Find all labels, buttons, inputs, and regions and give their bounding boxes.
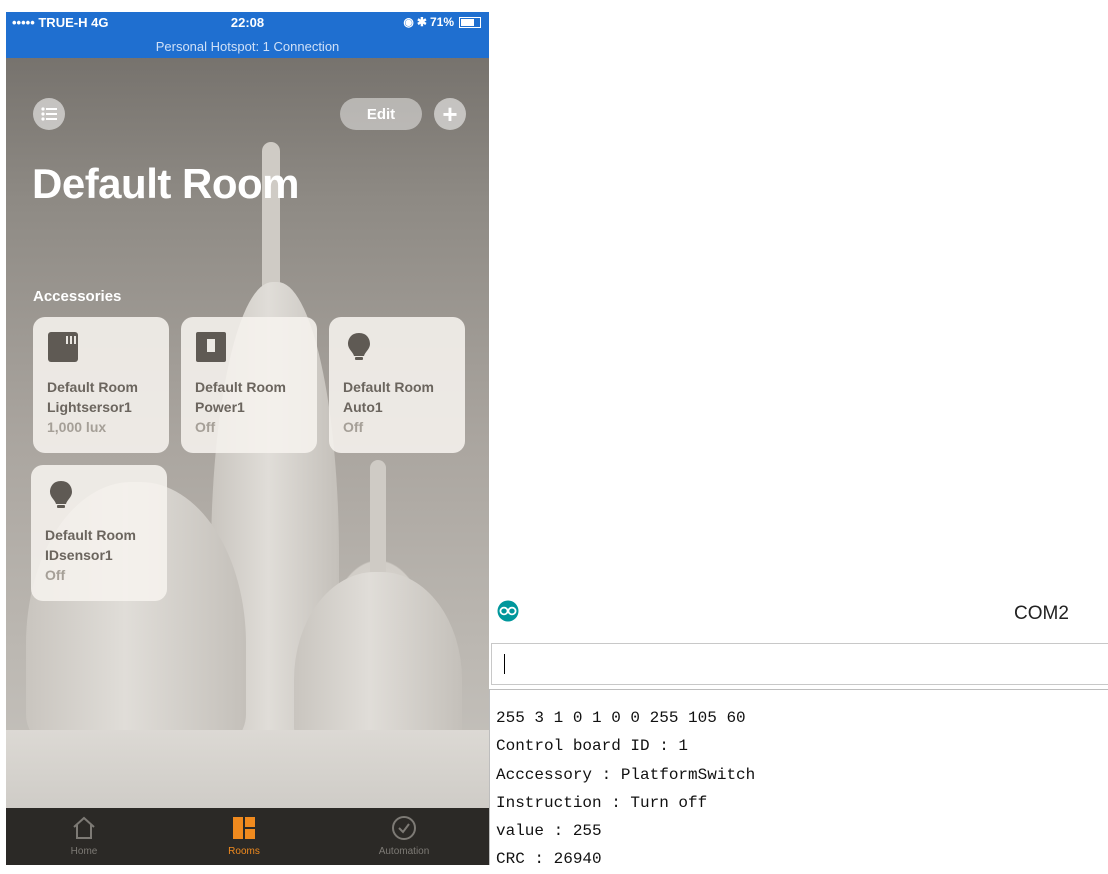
home-app-screen: ••••• TRUE-H 4G 22:08 ◉ ✱ 71% Personal H… xyxy=(6,12,489,865)
accessory-tile-idsensor[interactable]: Default Room IDsensor1 Off xyxy=(31,465,167,601)
accessory-tile-lightsensor[interactable]: Default Room Lightsersor1 1,000 lux xyxy=(33,317,169,453)
tab-home[interactable]: Home xyxy=(24,814,144,857)
tile-state: Off xyxy=(45,567,66,583)
serial-output-panel[interactable]: 255 3 1 0 1 0 0 255 105 60 Control board… xyxy=(489,689,1108,868)
status-bar: ••••• TRUE-H 4G 22:08 ◉ ✱ 71% Personal H… xyxy=(6,12,489,58)
battery-percent: 71% xyxy=(429,15,454,29)
tile-name-line2: Power1 xyxy=(195,399,245,415)
tile-name-line1: Default Room xyxy=(47,379,138,395)
light-sensor-icon xyxy=(48,332,78,362)
tab-rooms[interactable]: Rooms xyxy=(184,814,304,857)
serial-line: Instruction : Turn off xyxy=(496,793,708,812)
arduino-logo-icon xyxy=(497,600,519,622)
tile-state: Off xyxy=(195,419,216,435)
tile-name-line2: Auto1 xyxy=(343,399,383,415)
serial-port-title: COM2 xyxy=(1014,603,1069,624)
tab-label: Rooms xyxy=(228,846,260,857)
clock-icon xyxy=(392,816,416,840)
shelf-decoration xyxy=(6,730,489,808)
bulb-icon xyxy=(348,333,370,360)
tile-name-line1: Default Room xyxy=(343,379,434,395)
accessory-tile-auto[interactable]: Default Room Auto1 Off xyxy=(329,317,465,453)
serial-line: Acccessory : PlatformSwitch xyxy=(496,765,756,784)
tile-name-line1: Default Room xyxy=(45,527,136,543)
page-title: Default Room xyxy=(32,160,300,207)
status-indicators: ◉ ✱ 71% xyxy=(403,15,481,29)
bluetooth-icon: ✱ xyxy=(416,15,427,29)
accessory-tile-power[interactable]: Default Room Power1 Off xyxy=(181,317,317,453)
room-list-button[interactable] xyxy=(33,98,65,130)
accessories-heading: Accessories xyxy=(33,288,122,305)
edit-button[interactable]: Edit xyxy=(340,98,422,130)
battery-icon xyxy=(459,16,481,28)
tab-label: Automation xyxy=(378,846,430,857)
add-button[interactable]: + xyxy=(434,98,466,130)
list-icon xyxy=(41,107,57,121)
tile-name-line1: Default Room xyxy=(195,379,286,395)
serial-line: Control board ID : 1 xyxy=(496,737,689,756)
tile-state: 1,000 lux xyxy=(47,419,107,435)
lock-rotation-icon: ◉ xyxy=(403,15,414,29)
bulb-icon xyxy=(50,481,72,508)
text-caret xyxy=(504,654,505,674)
power-switch-icon xyxy=(196,332,226,362)
tab-automation[interactable]: Automation xyxy=(344,814,464,857)
tile-state: Off xyxy=(343,419,364,435)
tab-label: Home xyxy=(70,846,98,857)
serial-line: value : 255 xyxy=(496,822,602,841)
serial-send-input[interactable] xyxy=(491,643,1108,685)
rooms-icon xyxy=(233,817,255,839)
tile-name-line2: Lightsersor1 xyxy=(47,399,132,415)
serial-line: 255 3 1 0 1 0 0 255 105 60 xyxy=(496,709,746,727)
tab-bar: Home Rooms Automation xyxy=(6,808,489,865)
tile-name-line2: IDsensor1 xyxy=(45,547,113,563)
hotspot-banner[interactable]: Personal Hotspot: 1 Connection xyxy=(6,39,489,54)
home-icon xyxy=(73,816,95,839)
serial-line: CRC : 26940 xyxy=(496,850,602,869)
